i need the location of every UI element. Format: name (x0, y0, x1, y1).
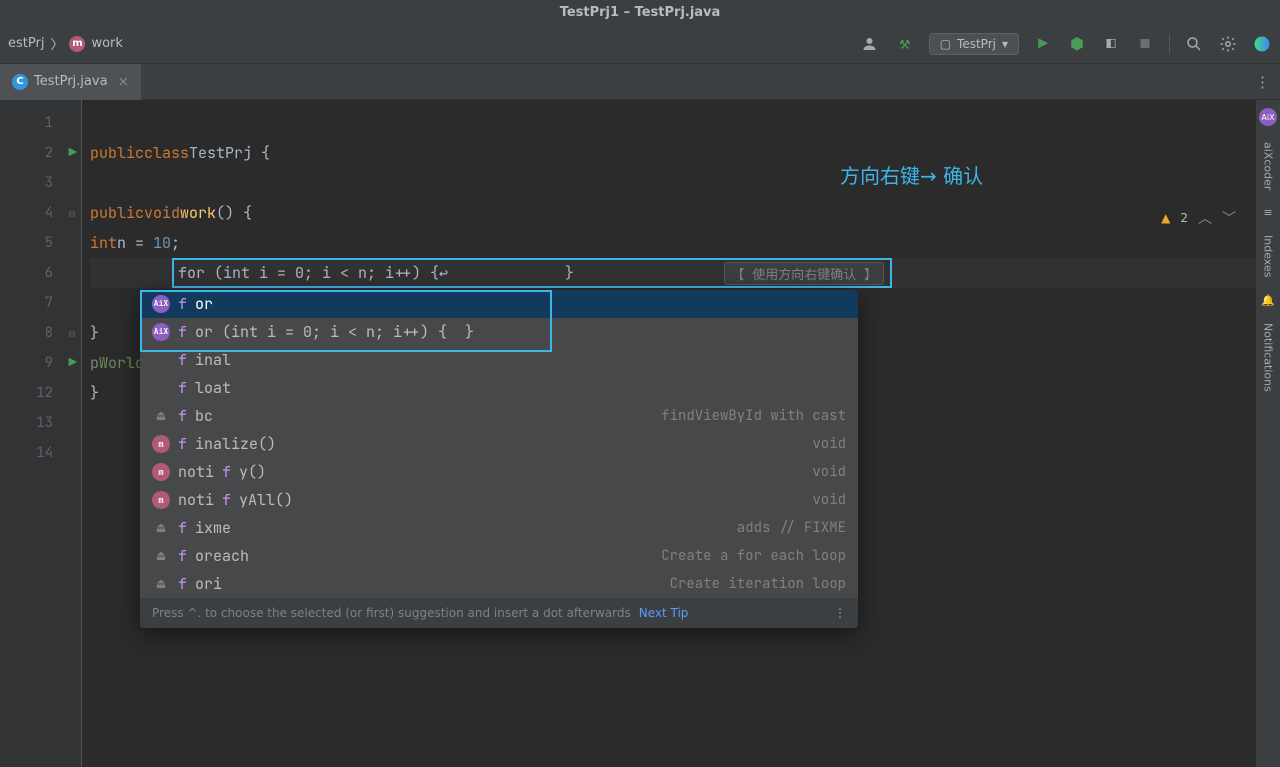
footer-tip: Press ^. to choose the selected (or firs… (152, 606, 631, 620)
breadcrumb[interactable]: estPrj 〉 m work (8, 34, 123, 53)
fold-icon[interactable]: ⊟ (69, 207, 75, 220)
search-icon[interactable] (1184, 34, 1204, 54)
aixcoder-icon: AiX (152, 323, 170, 341)
tab-label: TestPrj.java (34, 74, 108, 89)
warnings-count: 2 (1180, 211, 1188, 225)
template-icon: ⏏ (152, 547, 170, 565)
line-number: 1 (0, 108, 81, 138)
tabbar: C TestPrj.java × ⋮ (0, 64, 1280, 100)
completion-footer: Press ^. to choose the selected (or firs… (140, 598, 858, 628)
right-toolwindow-bar: AiX aiXcoder ≡ Indexes 🔔 Notifications (1256, 100, 1280, 767)
coverage-icon[interactable]: ◧ (1101, 34, 1121, 54)
completion-item[interactable]: m notifyAll() void (140, 486, 858, 514)
run-gutter-icon[interactable]: ▶ (69, 144, 77, 162)
run-config-name: TestPrj (957, 37, 996, 51)
brand-icon[interactable] (1252, 34, 1272, 54)
line-number: 3 (0, 168, 81, 198)
bell-icon[interactable]: 🔔 (1261, 294, 1275, 307)
inline-suggestion-text: for (int i = 0; i < n; i++) {↩ } (174, 263, 724, 283)
completion-item[interactable]: AiX for (int i = 0; i < n; i++) { } (140, 318, 858, 346)
breadcrumb-sep: 〉 (50, 34, 63, 53)
template-icon: ⏏ (152, 519, 170, 537)
run-config-icon: ▢ (940, 37, 951, 51)
run-config-selector[interactable]: ▢ TestPrj ▾ (929, 33, 1019, 55)
method-icon: m (69, 36, 85, 52)
hammer-icon[interactable]: ⚒ (895, 34, 915, 54)
completion-item[interactable]: ⏏ fixme adds // FIXME (140, 514, 858, 542)
window-title: TestPrj1 – TestPrj.java (560, 5, 721, 20)
chevron-down-icon[interactable]: ﹀ (1222, 208, 1236, 228)
debug-icon[interactable]: ⬢ (1067, 34, 1087, 54)
run-icon[interactable]: ▶ (1033, 34, 1053, 54)
next-tip-link[interactable]: Next Tip (639, 606, 689, 620)
toolbar: estPrj 〉 m work ⚒ ▢ TestPrj ▾ ▶ ⬢ ◧ ■ (0, 24, 1280, 64)
completion-item[interactable]: ⏏ fori Create iteration loop (140, 570, 858, 598)
breadcrumb-method[interactable]: work (91, 36, 122, 51)
class-icon: C (12, 74, 28, 90)
method-icon: m (152, 435, 170, 453)
line-number: 7 (0, 288, 81, 318)
tool-indexes[interactable]: Indexes (1262, 235, 1275, 277)
gutter: 1 2▶ 3 4⊟ 5 6 7 8⊟ 9▶ 12 13 14 (0, 100, 82, 767)
breadcrumb-project[interactable]: estPrj (8, 36, 44, 51)
line-number: 4⊟ (0, 198, 81, 228)
toolbar-actions: ⚒ ▢ TestPrj ▾ ▶ ⬢ ◧ ■ (861, 33, 1272, 55)
warnings-badge[interactable]: ▲ 2 ︿ ﹀ (1161, 208, 1236, 228)
line-number: 2▶ (0, 138, 81, 168)
template-icon: ⏏ (152, 575, 170, 593)
titlebar: TestPrj1 – TestPrj.java (0, 0, 1280, 24)
completion-item[interactable]: AiX for (140, 290, 858, 318)
tab-menu-icon[interactable]: ⋮ (1255, 72, 1270, 92)
completion-item[interactable]: float (140, 374, 858, 402)
completion-item[interactable]: m notify() void (140, 458, 858, 486)
inline-hint-box: 【 使用方向右键确认 】 (724, 262, 884, 285)
completion-item[interactable]: final (140, 346, 858, 374)
add-user-icon[interactable] (861, 34, 881, 54)
tab-testprj[interactable]: C TestPrj.java × (0, 64, 141, 100)
fold-icon[interactable]: ⊟ (69, 327, 75, 340)
tool-notifications[interactable]: Notifications (1262, 323, 1275, 392)
completion-item[interactable]: m finalize() void (140, 430, 858, 458)
completion-item[interactable]: ⏏ foreach Create a for each loop (140, 542, 858, 570)
method-icon: m (152, 491, 170, 509)
close-icon[interactable]: × (118, 74, 130, 90)
line-number: 8⊟ (0, 318, 81, 348)
line-number: 9▶ (0, 348, 81, 378)
line-number: 12 (0, 378, 81, 408)
indexes-icon[interactable]: ≡ (1263, 206, 1272, 219)
annotation-arrow-hint: 方向右键→ 确认 (840, 160, 983, 189)
template-icon: ⏏ (152, 407, 170, 425)
line-number: 13 (0, 408, 81, 438)
completion-popup[interactable]: AiX for AiX for (int i = 0; i < n; i++) … (140, 290, 858, 628)
run-gutter-icon[interactable]: ▶ (69, 354, 77, 372)
warning-icon: ▲ (1161, 211, 1170, 225)
method-icon: m (152, 463, 170, 481)
line-number: 6 (0, 258, 81, 288)
line-number: 14 (0, 438, 81, 468)
stop-icon[interactable]: ■ (1135, 34, 1155, 54)
completion-item[interactable]: ⏏ fbc findViewById with cast (140, 402, 858, 430)
gear-icon[interactable] (1218, 34, 1238, 54)
more-icon[interactable]: ⋮ (834, 606, 846, 620)
chevron-up-icon[interactable]: ︿ (1198, 208, 1212, 228)
aixcoder-icon[interactable]: AiX (1259, 108, 1277, 126)
line-number: 5 (0, 228, 81, 258)
chevron-down-icon: ▾ (1002, 37, 1008, 51)
aixcoder-icon: AiX (152, 295, 170, 313)
inline-suggestion: for (int i = 0; i < n; i++) {↩ } 【 使用方向右… (172, 258, 892, 288)
tool-aixcoder[interactable]: aiXcoder (1262, 142, 1275, 190)
